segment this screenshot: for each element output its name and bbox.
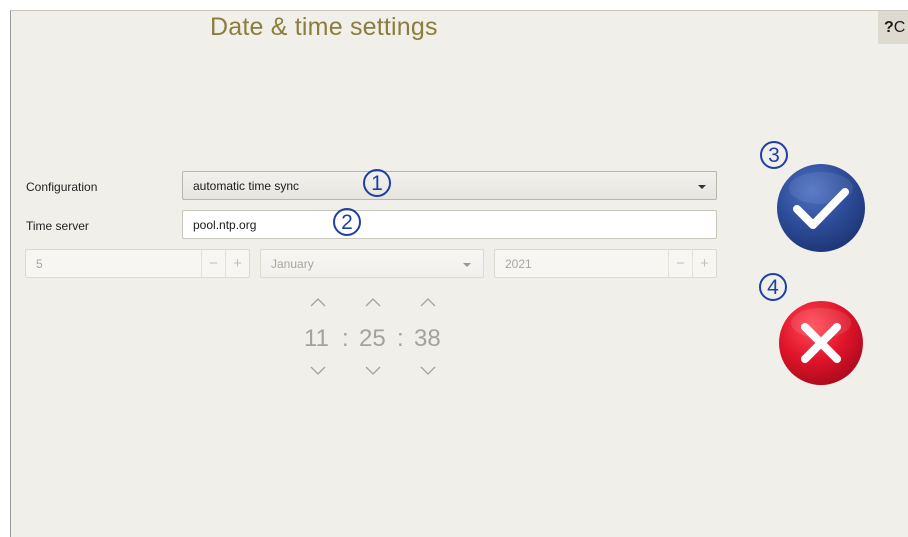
hours-down-icon[interactable] xyxy=(305,361,331,379)
help-extra-label: C xyxy=(893,19,906,36)
help-button[interactable]: ?C xyxy=(878,11,908,44)
minutes-down-icon[interactable] xyxy=(360,361,386,379)
configuration-select[interactable]: automatic time sync xyxy=(182,171,717,200)
minutes-up-icon[interactable] xyxy=(360,294,386,312)
minutes-value: 25 xyxy=(359,325,386,352)
help-label: ? xyxy=(884,19,894,36)
day-stepper[interactable]: 5 − + xyxy=(25,249,250,278)
day-increment-button[interactable]: + xyxy=(225,250,249,277)
day-decrement-button[interactable]: − xyxy=(201,250,225,277)
day-value: 5 xyxy=(36,256,43,271)
time-server-label: Time server xyxy=(26,219,89,233)
year-decrement-button[interactable]: − xyxy=(668,250,692,277)
month-select[interactable]: January xyxy=(260,249,484,278)
confirm-button[interactable] xyxy=(775,162,867,254)
chevron-down-icon xyxy=(463,263,471,267)
configuration-label: Configuration xyxy=(26,180,98,194)
month-value: January xyxy=(271,256,314,271)
annotation-badge: 2 xyxy=(333,208,361,236)
configuration-value: automatic time sync xyxy=(193,178,300,193)
time-separator: : xyxy=(397,325,404,352)
time-separator: : xyxy=(342,325,349,352)
hours-value: 11 xyxy=(304,325,329,352)
seconds-up-icon[interactable] xyxy=(415,294,441,312)
annotation-badge: 4 xyxy=(759,273,787,301)
time-server-value: pool.ntp.org xyxy=(193,217,257,232)
year-value: 2021 xyxy=(505,256,532,271)
year-stepper[interactable]: 2021 − + xyxy=(494,249,717,278)
year-increment-button[interactable]: + xyxy=(692,250,716,277)
seconds-down-icon[interactable] xyxy=(415,361,441,379)
time-server-input[interactable]: pool.ntp.org xyxy=(182,210,717,239)
page-title: Date & time settings xyxy=(210,13,438,41)
annotation-badge: 3 xyxy=(760,141,788,169)
hours-up-icon[interactable] xyxy=(305,294,331,312)
cancel-button[interactable] xyxy=(777,299,865,387)
seconds-value: 38 xyxy=(414,325,441,352)
chevron-down-icon xyxy=(698,185,706,189)
annotation-badge: 1 xyxy=(363,169,391,197)
